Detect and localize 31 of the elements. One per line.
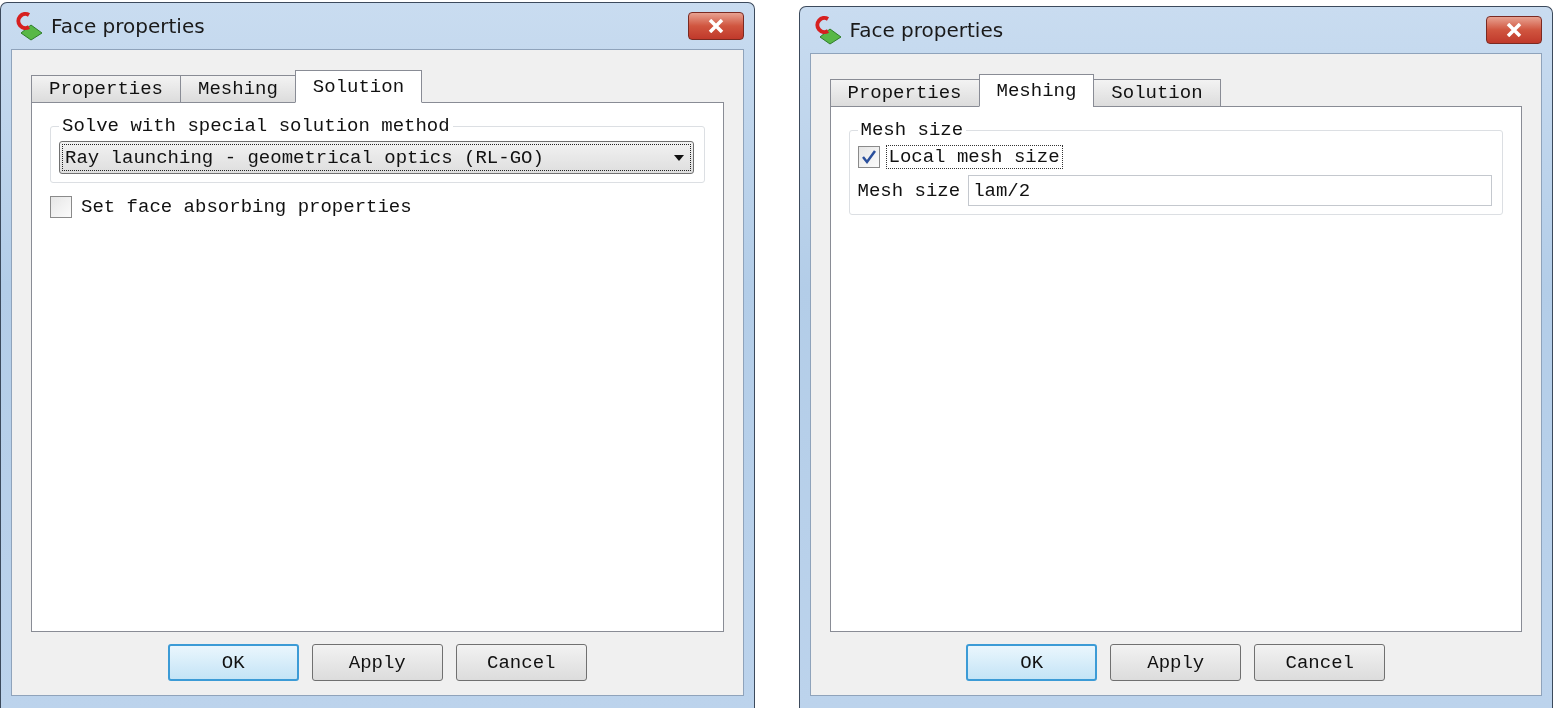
close-icon — [707, 19, 724, 33]
tab[interactable]: Meshing — [978, 74, 1095, 107]
checkbox[interactable] — [50, 196, 72, 218]
close-button[interactable] — [1486, 16, 1542, 44]
app-icon — [15, 11, 45, 41]
dialog-button[interactable]: Apply — [311, 644, 443, 681]
checkbox-label: Local mesh size — [885, 145, 1063, 169]
caret-icon — [673, 154, 684, 161]
close-icon — [1506, 23, 1522, 37]
dialog-button[interactable]: Apply — [1110, 644, 1242, 681]
checkbox[interactable] — [857, 146, 880, 168]
window-title: Face properties — [849, 18, 1005, 42]
tab[interactable]: Properties — [829, 79, 980, 107]
method-dropdown[interactable]: Ray launching - geometrical optics (RL-GO) — [59, 141, 694, 174]
dialog-button[interactable]: OK — [966, 644, 1098, 681]
dialog-button[interactable]: Cancel — [455, 644, 587, 681]
dialog-button[interactable]: Cancel — [1254, 644, 1386, 681]
checkbox-label: Set face absorbing properties — [80, 195, 413, 219]
mesh-size-field[interactable]: lam/2 — [968, 175, 1492, 206]
dropdown-value: Ray launching - geometrical optics (RL-GO) — [65, 146, 545, 169]
field-label: Mesh size — [857, 179, 961, 202]
tab[interactable]: Properties — [31, 75, 182, 103]
window-title: Face properties — [51, 14, 206, 38]
tab[interactable]: Solution — [1093, 79, 1221, 107]
group-title: Solve with special solution method — [61, 115, 451, 137]
app-icon — [813, 15, 844, 45]
close-button[interactable] — [687, 12, 744, 40]
tab[interactable]: Meshing — [180, 75, 296, 103]
tab[interactable]: Solution — [294, 70, 423, 103]
group-title: Mesh size — [859, 119, 965, 141]
dialog-button[interactable]: OK — [167, 644, 299, 681]
